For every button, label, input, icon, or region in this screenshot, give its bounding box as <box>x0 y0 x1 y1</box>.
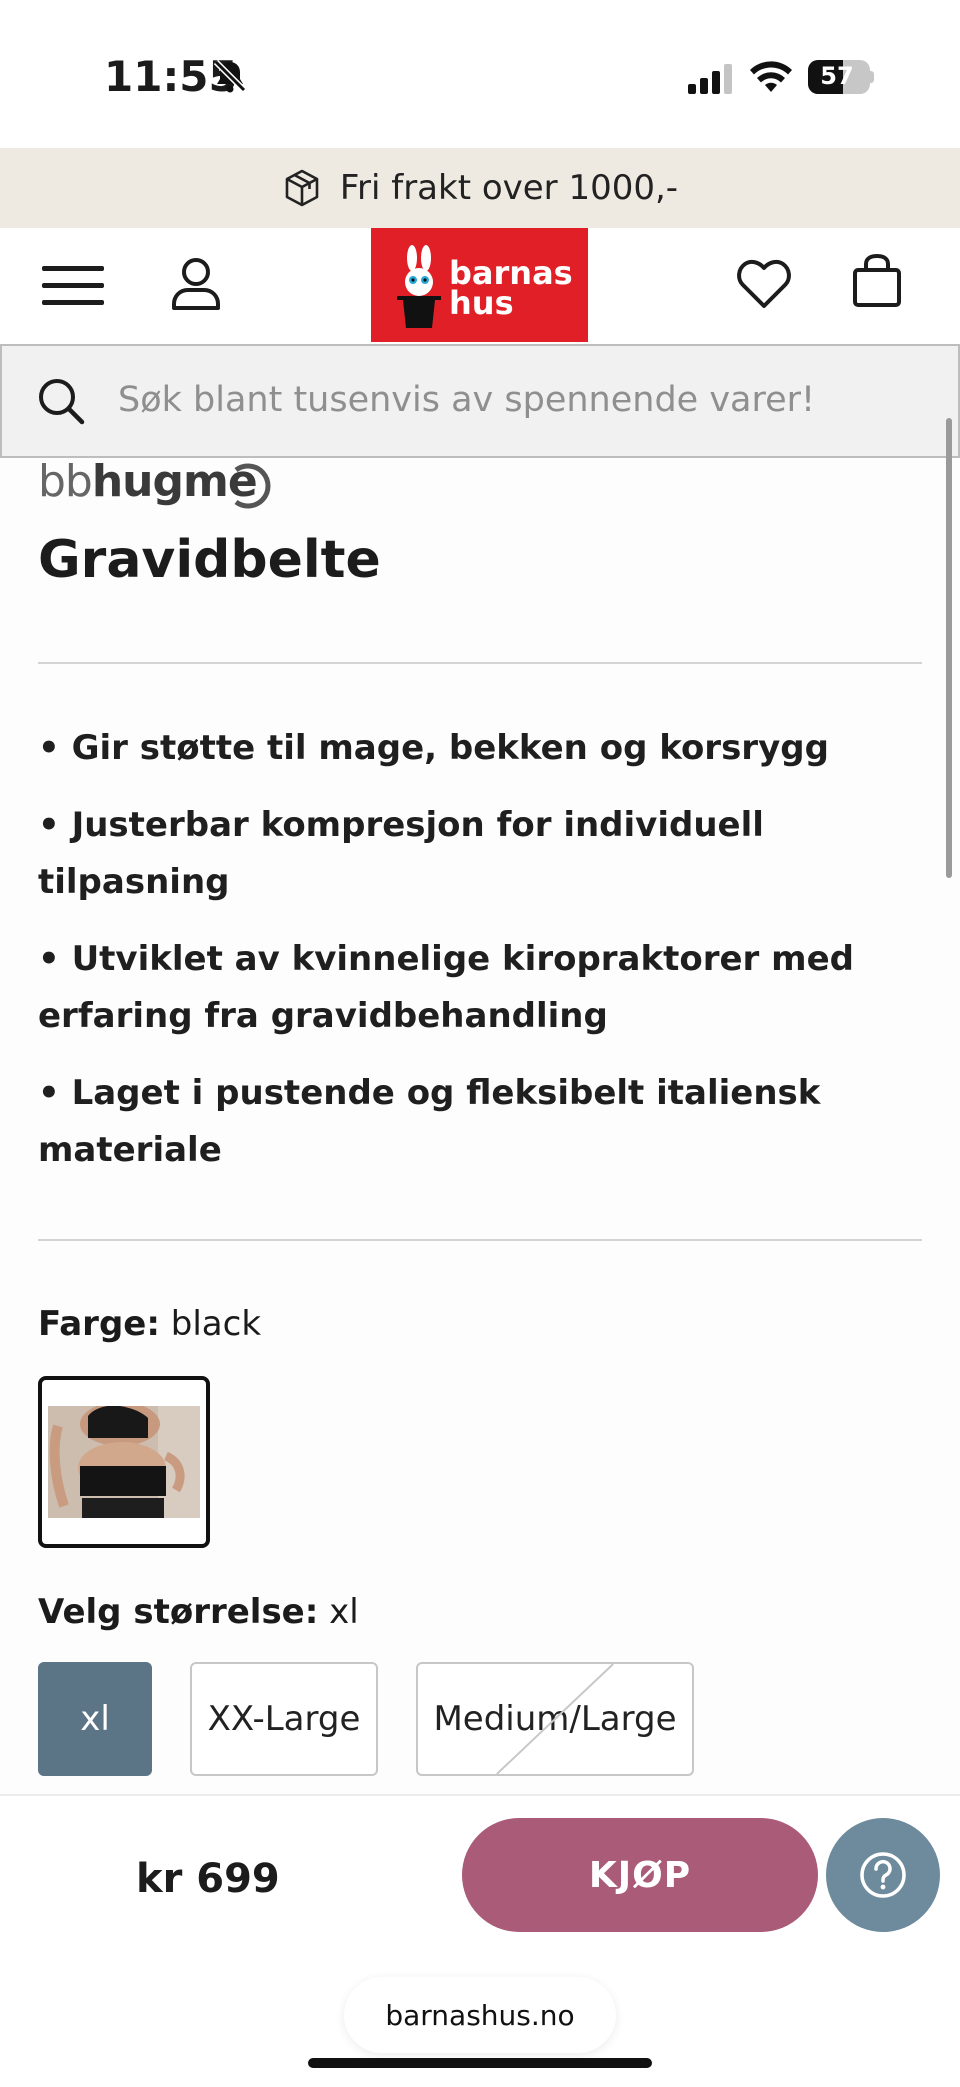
hamburger-menu-icon[interactable] <box>42 262 104 310</box>
selected-color: black <box>170 1304 262 1344</box>
divider <box>38 662 922 664</box>
size-option-xl[interactable]: xl <box>38 1662 152 1776</box>
unavailable-strike <box>496 1664 614 1774</box>
search-bar[interactable] <box>0 344 960 458</box>
search-icon <box>39 379 85 425</box>
barnashus-logo[interactable]: barnas hus <box>371 228 588 342</box>
rabbit-hat-logo-icon <box>397 245 441 328</box>
url-text: barnashus.no <box>385 1998 575 2032</box>
account-icon[interactable] <box>170 256 222 310</box>
search-input[interactable] <box>118 370 918 430</box>
question-icon <box>860 1852 906 1898</box>
free-shipping-text: Fri frakt over 1000,- <box>339 168 679 208</box>
home-indicator[interactable] <box>308 2058 652 2068</box>
size-label: Velg størrelse: xl <box>38 1592 359 1632</box>
bell-muted-icon <box>213 59 247 93</box>
wifi-icon <box>750 61 792 92</box>
highlight-item: • Justerbar kompresjon for individuell t… <box>38 805 764 902</box>
color-label: Farge: black <box>38 1304 262 1344</box>
page-scrollbar[interactable] <box>946 418 952 878</box>
buy-button[interactable]: KJØP <box>462 1818 818 1932</box>
help-button[interactable] <box>826 1818 940 1932</box>
product-price: kr 699 <box>136 1856 280 1902</box>
highlight-item: • Utviklet av kvinnelige kiropraktorer m… <box>38 939 854 1036</box>
battery-level: 57 <box>820 62 854 90</box>
logo-wordmark: barnas hus <box>449 254 573 322</box>
free-shipping-banner: Fri frakt over 1000,- <box>0 148 960 228</box>
product-highlights: • Gir støtte til mage, bekken og korsryg… <box>38 720 918 1199</box>
site-header: barnas hus <box>0 228 960 344</box>
product-thumbnail <box>48 1406 200 1518</box>
battery-icon: 57 <box>808 60 874 94</box>
color-swatch-black[interactable] <box>38 1376 210 1548</box>
brand-logo[interactable]: bb hugme <box>38 456 271 512</box>
status-bar: 11:55 57 <box>0 0 960 148</box>
divider <box>38 1239 922 1241</box>
shopping-bag-icon[interactable] <box>852 254 902 308</box>
size-options: xl XX-Large Medium/Large <box>38 1662 694 1776</box>
size-option-medium-large-unavailable[interactable]: Medium/Large <box>416 1662 694 1776</box>
highlight-item: • Gir støtte til mage, bekken og korsryg… <box>38 728 829 768</box>
size-option-xx-large[interactable]: XX-Large <box>190 1662 378 1776</box>
wishlist-heart-icon[interactable] <box>736 258 792 310</box>
product-title: Gravidbelte <box>38 530 381 590</box>
package-icon <box>285 169 319 207</box>
brand-ring-mark <box>234 463 271 509</box>
cell-signal-icon <box>688 64 732 94</box>
selected-size: xl <box>329 1592 359 1632</box>
highlight-item: • Laget i pustende og fleksibelt italien… <box>38 1073 821 1170</box>
browser-url-bar[interactable]: barnashus.no <box>344 1977 616 2053</box>
